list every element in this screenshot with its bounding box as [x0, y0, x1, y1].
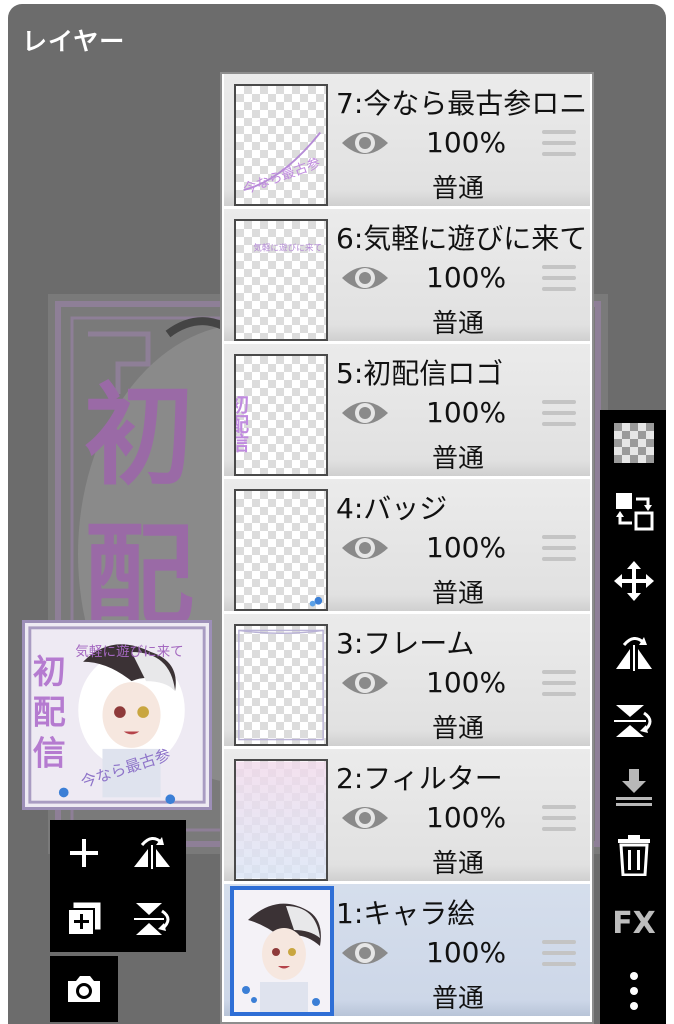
visibility-eye-icon[interactable]: [340, 261, 390, 295]
duplicate-layer-icon[interactable]: [50, 886, 118, 952]
layer-opacity[interactable]: 100%: [426, 261, 506, 294]
fx-label: FX: [612, 905, 656, 941]
visibility-eye-icon[interactable]: [340, 396, 390, 430]
preview-logo-2: 配: [33, 693, 66, 732]
canvas-preview[interactable]: 初 配 信 気軽に遊びに来て 今なら最古参: [22, 620, 212, 810]
layer-opacity[interactable]: 100%: [426, 396, 506, 429]
drag-handle-icon[interactable]: [542, 805, 576, 833]
layer-opacity[interactable]: 100%: [426, 126, 506, 159]
flip-horizontal-icon[interactable]: [118, 820, 186, 886]
layer-thumbnail[interactable]: [234, 624, 328, 746]
drag-handle-icon[interactable]: [542, 670, 576, 698]
drag-handle-icon[interactable]: [542, 130, 576, 158]
fx-icon[interactable]: FX: [600, 892, 666, 954]
layer-row[interactable]: 今なら最古参 7:今なら最古参ロニ 100% 普通: [224, 74, 590, 206]
layer-blend-mode[interactable]: 普通: [432, 843, 484, 880]
layer-thumbnail[interactable]: 今なら最古参: [234, 84, 328, 206]
layer-row-selected[interactable]: 1:キャラ絵 100% 普通: [224, 884, 590, 1016]
transparency-icon[interactable]: [600, 412, 666, 474]
flip-horizontal-icon[interactable]: [600, 622, 666, 684]
layer-name: 7:今なら最古参ロニ: [336, 87, 588, 120]
trash-icon[interactable]: [600, 824, 666, 886]
layer-swap-icon[interactable]: [600, 480, 666, 542]
preview-logo-3: 信: [33, 733, 66, 772]
layer-thumbnail[interactable]: 気軽に遊びに来て: [234, 219, 328, 341]
layer-name: 1:キャラ絵: [336, 897, 476, 930]
layer-blend-mode[interactable]: 普通: [432, 978, 484, 1015]
layer-thumbnail[interactable]: [230, 886, 334, 1016]
layer-panel: レイヤー 初 配 初 配 信 気軽に遊びに来て 今なら最古参 今なら最古参 7:…: [8, 4, 666, 1024]
layer-toolbar-right: FX: [600, 410, 666, 1024]
layer-opacity[interactable]: 100%: [426, 666, 506, 699]
visibility-eye-icon[interactable]: [340, 126, 390, 160]
layer-name: 2:フィルター: [336, 762, 503, 795]
layer-name: 6:気軽に遊びに来て: [336, 222, 588, 255]
drag-handle-icon[interactable]: [542, 535, 576, 563]
drag-handle-icon[interactable]: [542, 400, 576, 428]
layer-opacity[interactable]: 100%: [426, 801, 506, 834]
move-icon[interactable]: [600, 550, 666, 612]
layer-blend-mode[interactable]: 普通: [432, 708, 484, 745]
svg-text:初: 初: [84, 372, 194, 500]
layer-row[interactable]: 3:フレーム 100% 普通: [224, 614, 590, 746]
visibility-eye-icon[interactable]: [340, 531, 390, 565]
svg-text:気軽に遊びに来て: 気軽に遊びに来て: [253, 241, 322, 253]
merge-down-icon[interactable]: [600, 756, 666, 818]
layer-row[interactable]: 気軽に遊びに来て 6:気軽に遊びに来て 100% 普通: [224, 209, 590, 341]
svg-text:初配信: 初配信: [236, 394, 249, 453]
preview-subtitle: 気軽に遊びに来て: [75, 644, 183, 660]
layer-thumbnail[interactable]: [234, 759, 328, 881]
drag-handle-icon[interactable]: [542, 940, 576, 968]
add-layer-icon[interactable]: [50, 820, 118, 886]
layer-row[interactable]: 4:バッジ 100% 普通: [224, 479, 590, 611]
layer-blend-mode[interactable]: 普通: [432, 573, 484, 610]
layer-name: 4:バッジ: [336, 492, 448, 525]
svg-text:今なら最古参: 今なら最古参: [241, 154, 322, 197]
layer-thumbnail[interactable]: [234, 489, 328, 611]
layer-list[interactable]: 今なら最古参 7:今なら最古参ロニ 100% 普通 気軽に遊びに来て 6:気軽に…: [220, 72, 594, 1024]
panel-title: レイヤー: [22, 27, 126, 56]
layer-thumbnail[interactable]: 初配信: [234, 354, 328, 476]
camera-icon[interactable]: [50, 956, 118, 1022]
visibility-eye-icon[interactable]: [340, 936, 390, 970]
layer-name: 3:フレーム: [336, 627, 475, 660]
flip-vertical-icon[interactable]: [600, 690, 666, 752]
more-icon[interactable]: [600, 960, 666, 1022]
preview-logo-1: 初: [33, 652, 66, 691]
layer-opacity[interactable]: 100%: [426, 531, 506, 564]
layer-row[interactable]: 2:フィルター 100% 普通: [224, 749, 590, 881]
drag-handle-icon[interactable]: [542, 265, 576, 293]
visibility-eye-icon[interactable]: [340, 666, 390, 700]
flip-vertical-icon[interactable]: [118, 886, 186, 952]
layer-blend-mode[interactable]: 普通: [432, 168, 484, 205]
layer-opacity[interactable]: 100%: [426, 936, 506, 969]
layer-name: 5:初配信ロゴ: [336, 357, 504, 390]
layer-blend-mode[interactable]: 普通: [432, 438, 484, 475]
layer-blend-mode[interactable]: 普通: [432, 303, 484, 340]
layer-row[interactable]: 初配信 5:初配信ロゴ 100% 普通: [224, 344, 590, 476]
visibility-eye-icon[interactable]: [340, 801, 390, 835]
